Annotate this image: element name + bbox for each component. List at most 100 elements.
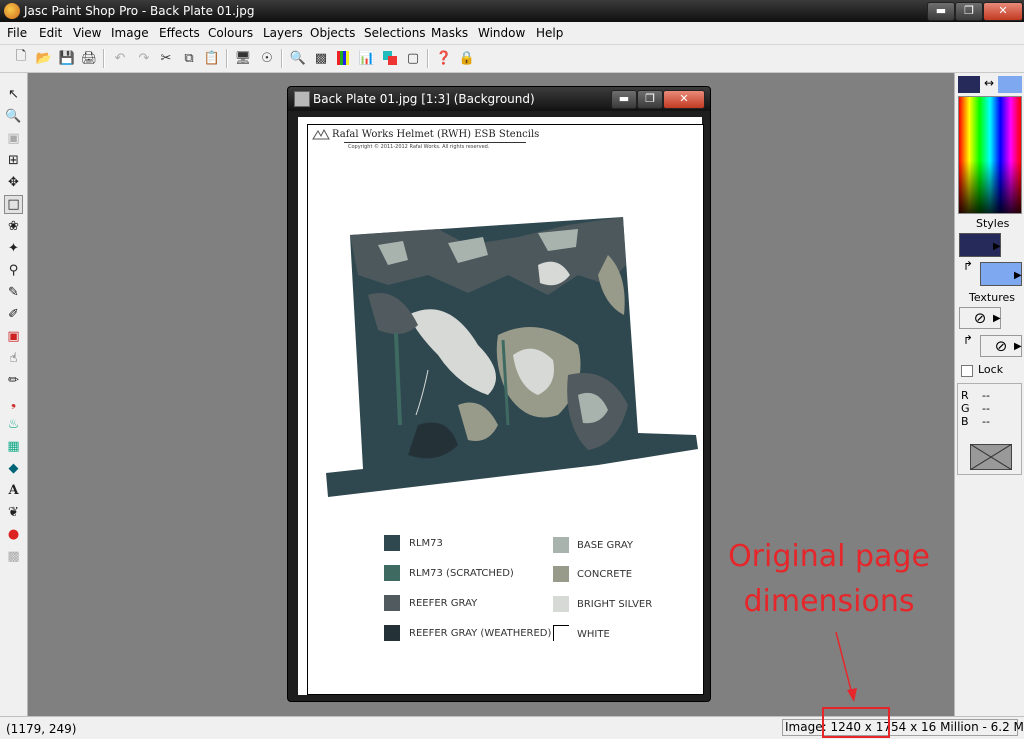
document-title-bar: Back Plate 01.jpg [1:3] (Background) ▬ ❐… — [288, 87, 710, 111]
colour-palette-icon[interactable] — [335, 49, 353, 67]
help-icon[interactable]: ❓ — [435, 49, 453, 67]
cursor-coordinates: (1179, 249) — [6, 722, 77, 736]
colour-replacer-icon[interactable]: ▣ — [4, 327, 23, 346]
eraser-icon[interactable]: ✏ — [4, 371, 23, 390]
legend-swatch-bright-silver — [553, 596, 569, 612]
annotation-highlight-box — [822, 707, 890, 738]
browser-icon[interactable]: 🖥 — [234, 49, 252, 67]
legend-label-concrete: CONCRETE — [577, 569, 633, 580]
menu-colours[interactable]: Colours — [208, 26, 253, 40]
preset-shapes-icon[interactable]: ❦ — [4, 503, 23, 522]
green-channel-value: -- — [982, 402, 990, 415]
histogram-icon[interactable]: 📊 — [358, 49, 376, 67]
minimize-icon: ▬ — [935, 4, 947, 17]
full-screen-icon[interactable]: ▢ — [404, 49, 422, 67]
doc-close-button[interactable]: ✕ — [663, 90, 705, 109]
copy-icon[interactable]: ⧉ — [180, 49, 198, 67]
title-bar: Jasc Paint Shop Pro - Back Plate 01.jpg … — [0, 0, 1024, 22]
magic-wand-icon[interactable]: ✦ — [4, 239, 23, 258]
crop-icon[interactable]: ⊞ — [4, 151, 23, 170]
menu-edit[interactable]: Edit — [39, 26, 62, 40]
document-window[interactable]: Back Plate 01.jpg [1:3] (Background) ▬ ❐… — [287, 86, 711, 702]
save-icon[interactable]: 💾 — [58, 49, 76, 67]
new-icon[interactable]: 🗋 — [12, 49, 30, 67]
swap-textures-icon[interactable]: ↱ — [963, 333, 973, 347]
capture-icon[interactable]: ☉ — [258, 49, 276, 67]
scripts-icon[interactable]: 🔒 — [458, 49, 476, 67]
app-logo-icon — [4, 3, 20, 19]
text-icon[interactable]: A — [4, 481, 23, 500]
menu-selections[interactable]: Selections — [364, 26, 426, 40]
texture-dropdown-icon-2[interactable]: ▶ — [1014, 341, 1022, 352]
menu-masks[interactable]: Masks — [431, 26, 468, 40]
flood-fill-icon[interactable]: ▦ — [4, 437, 23, 456]
lock-checkbox[interactable] — [961, 365, 973, 377]
legend-label-rlm73: RLM73 — [409, 538, 443, 549]
menu-layers[interactable]: Layers — [263, 26, 303, 40]
airbrush-icon[interactable]: ♨ — [4, 415, 23, 434]
colour-info-box: R -- G -- B -- — [957, 383, 1022, 475]
menu-help[interactable]: Help — [536, 26, 563, 40]
legend-label-reefer-gray-weathered: REEFER GRAY (WEATHERED) — [409, 628, 552, 639]
annotation-line-1: Original page — [728, 539, 930, 574]
styles-label: Styles — [976, 217, 1010, 230]
undo-icon[interactable]: ↶ — [111, 49, 129, 67]
cut-icon[interactable]: ✂ — [157, 49, 175, 67]
toolbar-icon[interactable]: ▩ — [312, 49, 330, 67]
camo-plate-artwork — [326, 217, 698, 497]
style-dropdown-icon-2[interactable]: ▶ — [1014, 270, 1022, 281]
arrow-icon[interactable]: ↖ — [4, 85, 23, 104]
colour-palette: ↔ Styles ▶ ↱ ▶ Textures ⊘ ▶ ↱ ⊘ ▶ Lock R… — [954, 73, 1024, 716]
annotation-arrow-icon — [835, 631, 857, 702]
deformation-icon[interactable]: ▣ — [4, 129, 23, 148]
vector-object-icon[interactable]: ▩ — [4, 547, 23, 566]
paint-brush-icon[interactable]: ✎ — [4, 283, 23, 302]
menu-window[interactable]: Window — [478, 26, 525, 40]
foreground-colour-swatch[interactable] — [958, 76, 980, 93]
freehand-icon[interactable]: ❀ — [4, 217, 23, 236]
texture-dropdown-icon[interactable]: ▶ — [993, 313, 1001, 324]
dropper-icon[interactable]: ⚲ — [4, 261, 23, 280]
overview-icon[interactable]: 🔍 — [289, 49, 307, 67]
restore-icon: ❐ — [964, 4, 974, 17]
legend-swatch-reefer-gray-weathered — [384, 625, 400, 641]
menu-file[interactable]: File — [7, 26, 27, 40]
legend-label-reefer-gray: REEFER GRAY — [409, 598, 478, 609]
close-button[interactable]: ✕ — [983, 2, 1023, 21]
close-icon: ✕ — [679, 92, 689, 105]
style-dropdown-icon[interactable]: ▶ — [993, 241, 1001, 252]
swap-colours-icon[interactable]: ↔ — [982, 76, 996, 93]
swap-styles-icon[interactable]: ↱ — [963, 259, 973, 273]
menu-image[interactable]: Image — [111, 26, 149, 40]
picture-tube-icon[interactable]: ❟ — [4, 393, 23, 412]
layer-palette-icon[interactable] — [381, 49, 399, 67]
doc-restore-button[interactable]: ❐ — [637, 90, 663, 109]
legend-swatch-rlm73-scratched — [384, 565, 400, 581]
paste-icon[interactable]: 📋 — [203, 49, 221, 67]
image-canvas[interactable]: Rafal Works Helmet (RWH) ESB Stencils Co… — [298, 117, 704, 695]
red-channel-value: -- — [982, 389, 990, 402]
restore-button[interactable]: ❐ — [955, 2, 983, 21]
mover-icon[interactable]: ✥ — [4, 173, 23, 192]
draw-icon[interactable]: ◆ — [4, 459, 23, 478]
background-colour-swatch[interactable] — [998, 76, 1022, 93]
retouch-icon[interactable]: ☝ — [4, 349, 23, 368]
redo-icon[interactable]: ↷ — [135, 49, 153, 67]
selection-icon[interactable]: □ — [4, 195, 23, 214]
legend-swatch-reefer-gray — [384, 595, 400, 611]
legend-swatch-concrete — [553, 566, 569, 582]
clone-brush-icon[interactable]: ✐ — [4, 305, 23, 324]
open-icon[interactable]: 📂 — [35, 49, 53, 67]
colour-spectrum-picker[interactable] — [958, 96, 1022, 214]
zoom-icon[interactable]: 🔍 — [4, 107, 23, 126]
document-title: Back Plate 01.jpg [1:3] (Background) — [313, 92, 535, 106]
blue-channel-label: B — [961, 415, 969, 428]
tool-palette: ↖ 🔍 ▣ ⊞ ✥ □ ❀ ✦ ⚲ ✎ ✐ ▣ ☝ ✏ ❟ ♨ ▦ ◆ A ❦ … — [0, 73, 28, 716]
menu-effects[interactable]: Effects — [159, 26, 200, 40]
print-icon[interactable]: 🖨 — [80, 49, 98, 67]
menu-view[interactable]: View — [73, 26, 101, 40]
menu-objects[interactable]: Objects — [310, 26, 355, 40]
doc-minimize-button[interactable]: ▬ — [611, 90, 637, 109]
minimize-button[interactable]: ▬ — [927, 2, 955, 21]
object-selector-icon[interactable]: ● — [4, 525, 23, 544]
